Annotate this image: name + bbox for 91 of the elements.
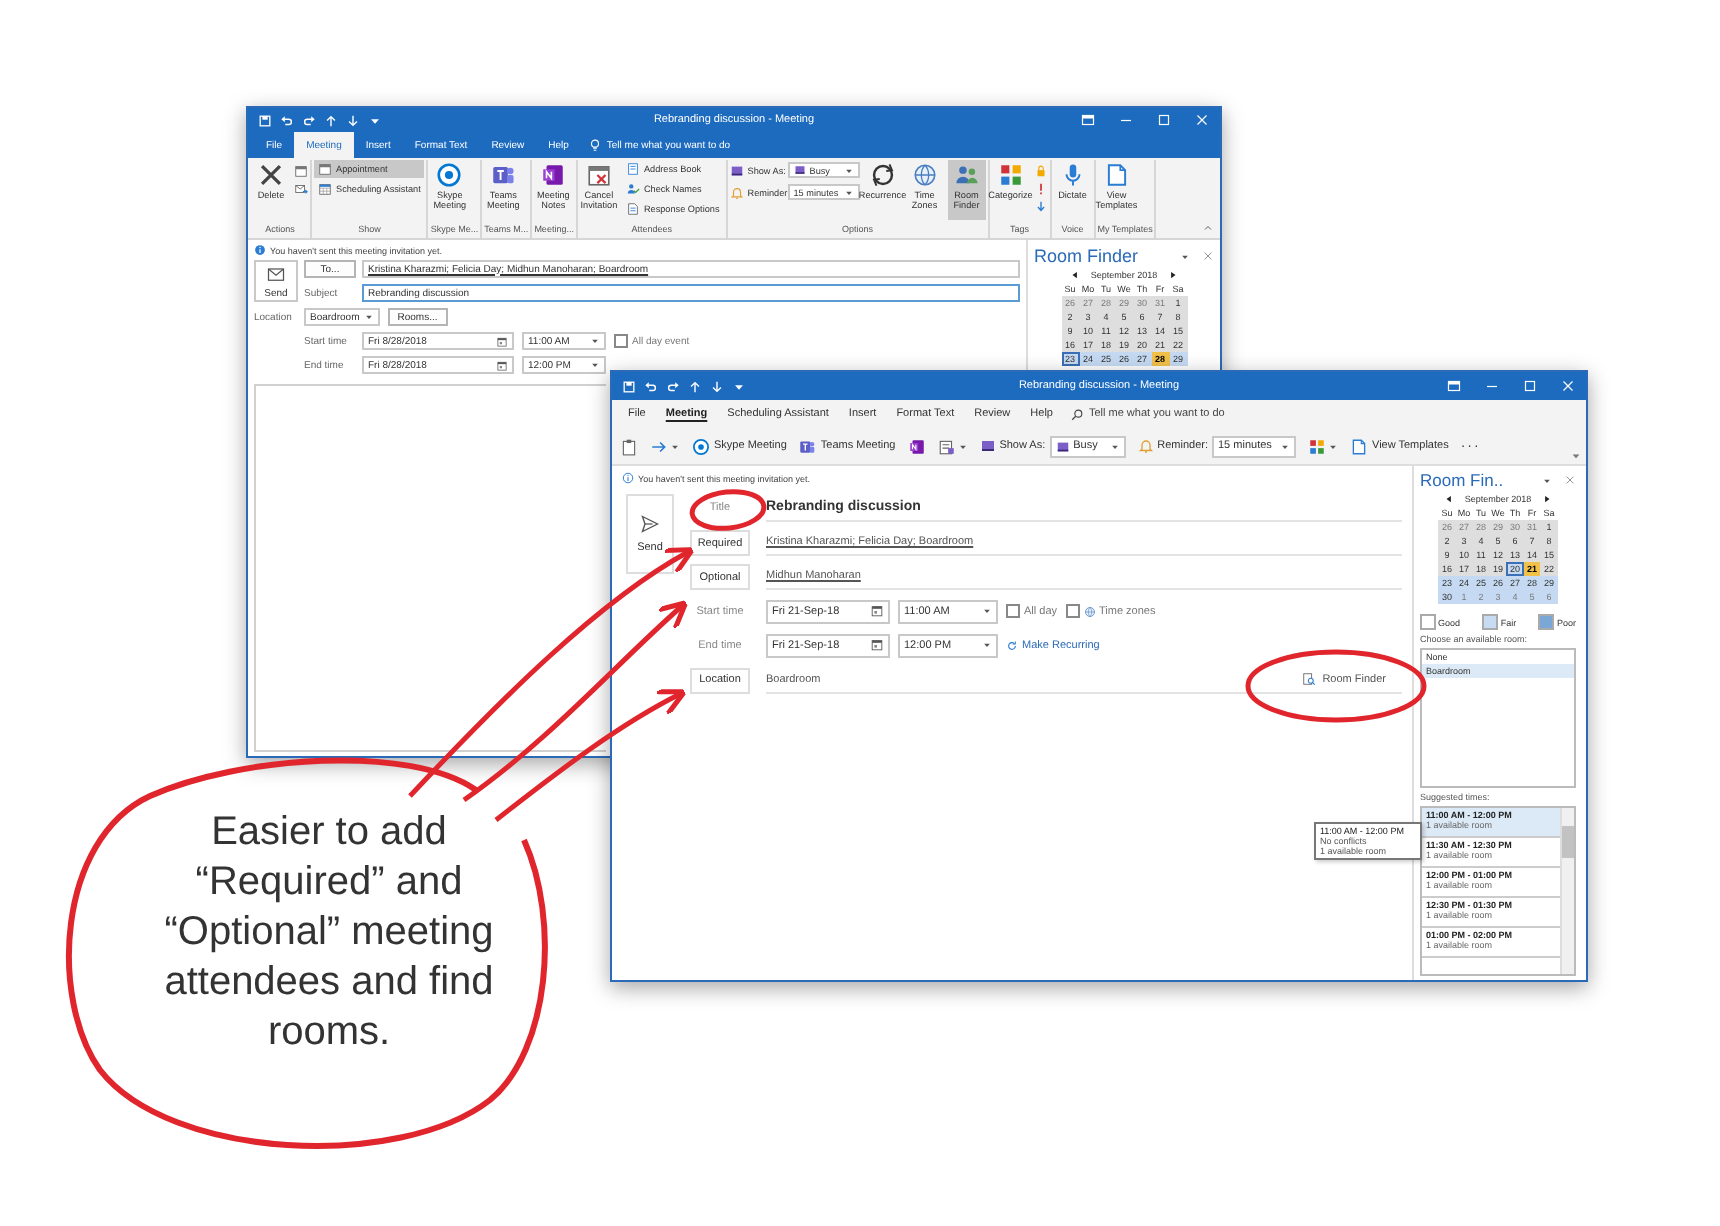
arrow-up-icon bbox=[688, 379, 702, 393]
checkbox[interactable] bbox=[614, 334, 628, 348]
caret-icon bbox=[982, 640, 992, 650]
caret-icon bbox=[368, 113, 382, 127]
checkbox[interactable] bbox=[1065, 604, 1080, 618]
circular-arrows-icon bbox=[869, 162, 896, 188]
status-square-icon bbox=[729, 163, 744, 177]
toolbar-button[interactable] bbox=[620, 437, 638, 455]
panel-title: Room Fin.. bbox=[1420, 470, 1506, 490]
ribbon-display-icon bbox=[1446, 378, 1462, 394]
caret-icon bbox=[843, 165, 854, 175]
arrow-right-icon bbox=[650, 437, 668, 455]
clipboard-icon bbox=[620, 437, 638, 455]
left-triangle-icon bbox=[1070, 270, 1081, 280]
caret-icon bbox=[1542, 475, 1552, 485]
color-grid-icon bbox=[1308, 437, 1326, 455]
calendar-icon bbox=[294, 164, 308, 178]
caret-icon bbox=[982, 606, 992, 616]
toolbar-button[interactable] bbox=[650, 437, 680, 455]
caret-icon bbox=[1328, 441, 1338, 451]
save-icon bbox=[258, 113, 272, 127]
panel-title: Room Finder bbox=[1034, 246, 1141, 266]
arrow-down-icon bbox=[346, 113, 360, 127]
notebook-icon bbox=[907, 437, 926, 455]
caret-icon bbox=[1180, 251, 1190, 261]
caret-icon bbox=[363, 312, 374, 322]
left-triangle-icon bbox=[1444, 494, 1455, 504]
caret-icon bbox=[590, 360, 600, 370]
calendar-icon bbox=[870, 604, 884, 618]
undo-icon bbox=[280, 113, 294, 127]
status-square-icon bbox=[1055, 439, 1070, 453]
lock-icon bbox=[1033, 164, 1048, 178]
scrollbar[interactable] bbox=[1560, 808, 1574, 974]
maximize-icon bbox=[1156, 112, 1172, 128]
lightbulb-icon bbox=[588, 138, 603, 152]
page-icon bbox=[1350, 437, 1368, 455]
room-search-icon bbox=[1302, 672, 1317, 686]
caret-icon bbox=[1570, 450, 1582, 462]
tile-icon bbox=[798, 437, 817, 455]
redo-icon bbox=[666, 379, 680, 393]
maximize-icon bbox=[1522, 378, 1538, 394]
info-icon bbox=[622, 472, 634, 484]
status-square-icon bbox=[793, 164, 806, 176]
close-icon bbox=[1564, 474, 1576, 486]
arrow-down-icon bbox=[710, 379, 724, 393]
close-icon bbox=[1560, 378, 1576, 394]
undo-icon bbox=[644, 379, 658, 393]
checkbox[interactable] bbox=[1006, 604, 1020, 618]
calendar-grid-icon bbox=[318, 182, 332, 196]
envelope-arrow-icon bbox=[294, 182, 308, 196]
people-check-icon bbox=[625, 182, 640, 196]
toolbar-button[interactable] bbox=[937, 437, 968, 455]
form-icon bbox=[937, 437, 956, 455]
close-icon bbox=[1194, 112, 1210, 128]
caret-icon bbox=[670, 441, 680, 451]
annotation-circle bbox=[689, 489, 767, 531]
calendar-icon bbox=[496, 359, 508, 371]
calendar-icon bbox=[496, 335, 508, 347]
save-icon bbox=[622, 379, 636, 393]
right-triangle-icon bbox=[1167, 270, 1178, 280]
info-icon bbox=[254, 244, 266, 256]
toolbar-button[interactable] bbox=[907, 437, 926, 455]
bell-icon bbox=[1137, 438, 1154, 454]
close-icon bbox=[1202, 250, 1214, 262]
caret-icon bbox=[1280, 441, 1290, 451]
collapse-icon bbox=[1202, 222, 1214, 234]
arrow-down-icon bbox=[1033, 200, 1048, 214]
caret-icon bbox=[843, 187, 854, 197]
search-icon bbox=[1070, 407, 1085, 421]
bell-icon bbox=[729, 185, 744, 199]
toolbar-button[interactable] bbox=[1308, 437, 1338, 455]
status-square-icon bbox=[979, 438, 996, 454]
redo-icon bbox=[302, 113, 316, 127]
calendar-icon bbox=[870, 638, 884, 652]
ribbon-display-icon bbox=[1080, 112, 1096, 128]
x-icon bbox=[258, 162, 284, 188]
paper-plane-icon bbox=[640, 514, 660, 534]
caret-icon bbox=[957, 441, 968, 451]
arrow-up-icon bbox=[324, 113, 338, 127]
document-icon bbox=[625, 202, 640, 216]
right-triangle-icon bbox=[1541, 494, 1552, 504]
annotation-text: Easier to add “Required” and “Optional” meeting attendees and find rooms. bbox=[162, 808, 496, 1058]
color-grid-icon bbox=[997, 162, 1024, 188]
envelope-icon bbox=[266, 263, 286, 283]
globe-icon bbox=[1083, 605, 1096, 617]
circular-arrow-icon bbox=[1006, 639, 1018, 651]
circle-icon bbox=[692, 437, 710, 455]
people-icon bbox=[953, 162, 980, 188]
caret-icon bbox=[732, 379, 746, 393]
caret-icon bbox=[1109, 441, 1120, 451]
caret-icon bbox=[590, 336, 600, 346]
